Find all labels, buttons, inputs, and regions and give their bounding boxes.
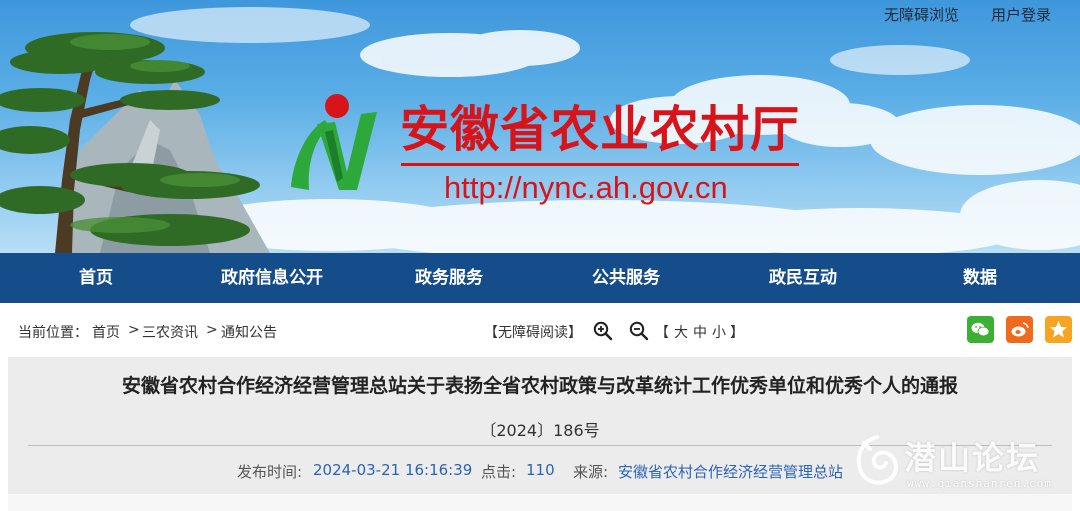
zoom-in-icon[interactable] [593,321,613,341]
user-login-link[interactable]: 用户登录 [991,4,1051,25]
font-size-large[interactable]: 大 [674,322,688,342]
nav-item-home[interactable]: 首页 [79,253,113,303]
breadcrumb-separator: > [128,322,140,338]
font-size-bracket-close: 】 [730,325,744,341]
source-value: 安徽省农村合作经济经营管理总站 [618,463,844,481]
nav-item-gov-info[interactable]: 政府信息公开 [221,253,323,303]
site-title: 安徽省农业农村厅 [400,101,801,158]
accessible-read-button[interactable]: 【无障碍阅读】 [484,322,582,342]
site-banner: 无障碍浏览 用户登录 安徽省农业农村厅 http://nync.ah.gov.c… [0,0,1080,253]
site-logo-icon[interactable] [285,92,385,197]
accessibility-browse-link[interactable]: 无障碍浏览 [884,4,959,25]
wechat-icon[interactable] [967,316,994,343]
zoom-out-icon[interactable] [629,321,649,341]
nav-item-public-services[interactable]: 公共服务 [592,253,660,303]
article-toolbar: 当前位置： 首页 > 三农资讯 > 通知公告 【无障碍阅读】 【 大 中 小 】 [0,303,1080,357]
article-body-start [8,494,1072,511]
publish-time-label: 发布时间: [237,463,303,481]
nav-item-interaction[interactable]: 政民互动 [769,253,837,303]
font-size-small[interactable]: 小 [712,322,726,342]
title-underline [401,163,799,166]
breadcrumb-notices[interactable]: 通知公告 [221,322,277,342]
breadcrumb-sannong[interactable]: 三农资讯 [142,322,198,342]
watermark-logo-icon [856,435,898,485]
clicks-label: 点击: [481,463,517,481]
location-label: 当前位置： [18,325,88,341]
page: 无障碍浏览 用户登录 安徽省农业农村厅 http://nync.ah.gov.c… [0,0,1080,511]
breadcrumb-separator: > [206,322,218,338]
watermark-text: 潜山论坛 [904,439,1041,477]
nav-item-gov-services[interactable]: 政务服务 [415,253,483,303]
nav-item-data[interactable]: 数据 [963,253,997,303]
forum-watermark: 潜山论坛 www.qianshanren.com [852,431,1062,493]
publish-time-value: 2024-03-21 16:16:39 [313,461,473,479]
favorite-star-icon[interactable] [1045,316,1072,343]
main-nav: 首页 政府信息公开 政务服务 公共服务 政民互动 数据 [0,253,1080,303]
weibo-icon[interactable] [1006,316,1033,343]
breadcrumb-home[interactable]: 首页 [92,322,120,342]
site-url: http://nync.ah.gov.cn [444,170,728,205]
clicks-value: 110 [526,461,555,479]
font-size-bracket-open: 【 [655,325,669,341]
source-label: 来源: [573,463,609,481]
watermark-url: www.qianshanren.com [907,477,1052,490]
font-size-medium[interactable]: 中 [693,322,707,342]
article-title: 安徽省农村合作经济经营管理总站关于表扬全省农村政策与改革统计工作优秀单位和优秀个… [121,375,958,397]
